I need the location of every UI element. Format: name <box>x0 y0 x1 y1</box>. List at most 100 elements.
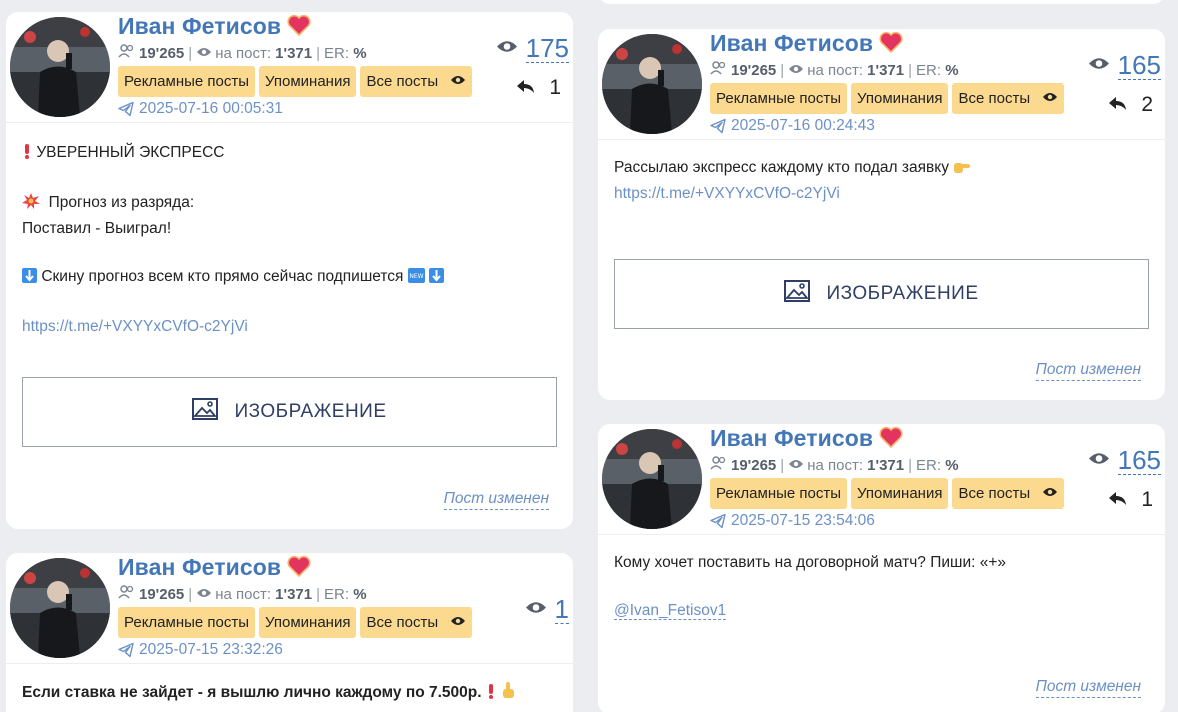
post-body: Кому хочет поставить на договорной матч?… <box>598 535 1165 623</box>
post-card: Иван Фетисов 19'265 | на пост: 1'371 | E… <box>6 12 573 529</box>
subscribers-count: 19'265 <box>731 456 777 474</box>
post-edited-link[interactable]: Пост изменен <box>1035 677 1141 698</box>
image-placeholder[interactable]: ИЗОБРАЖЕНИЕ <box>614 259 1149 329</box>
down-arrow-icon <box>429 267 445 291</box>
author-name[interactable]: Иван Фетисов <box>118 13 311 43</box>
post-date-text: 2025-07-16 00:24:43 <box>731 117 875 134</box>
per-post-label: на пост: <box>807 456 863 474</box>
telegram-icon <box>710 118 726 134</box>
post-header: Иван Фетисов 19'265 | на пост: 1'371 | E… <box>6 553 573 664</box>
er-label: ER: <box>916 456 942 474</box>
post-text-line: УВЕРЕННЫЙ ЭКСПРЕСС <box>36 144 225 161</box>
author-name[interactable]: Иван Фетисов <box>710 30 903 60</box>
mentions-button[interactable]: Упоминания <box>259 607 357 638</box>
post-date[interactable]: 2025-07-16 00:24:43 <box>710 117 875 135</box>
post-date[interactable]: 2025-07-15 23:54:06 <box>710 512 875 530</box>
post-views: 165 <box>1088 446 1161 475</box>
telegram-icon <box>710 513 726 529</box>
mentions-button[interactable]: Упоминания <box>851 478 949 509</box>
post-header: Иван Фетисов 19'265 | на пост: 1'371 | E… <box>598 29 1165 140</box>
views-count[interactable]: 1 <box>554 595 569 624</box>
filter-buttons: Рекламные посты Упоминания Все посты <box>710 83 1065 114</box>
post-edited-link[interactable]: Пост изменен <box>1035 360 1141 381</box>
views-count[interactable]: 175 <box>525 34 569 63</box>
subscribers-icon <box>710 61 728 79</box>
exclamation-icon <box>22 143 32 167</box>
post-views: 1 <box>525 595 569 624</box>
mention-link[interactable]: @Ivan_Fetisov1 <box>614 602 727 620</box>
eye-icon <box>450 73 466 90</box>
subscribers-count: 19'265 <box>139 585 185 603</box>
ads-posts-button[interactable]: Рекламные посты <box>710 478 848 509</box>
subscribers-icon <box>118 44 136 62</box>
post-header: Иван Фетисов 19'265 | на пост: 1'371 | E… <box>6 12 573 123</box>
eye-icon <box>1042 485 1058 502</box>
eye-icon <box>196 586 212 603</box>
post-date-text: 2025-07-15 23:32:26 <box>139 641 283 658</box>
image-icon <box>192 398 234 426</box>
channel-stats: 19'265 | на пост: 1'371 | ER: % <box>710 456 959 474</box>
post-link[interactable]: https://t.me/+VXYYxCVfO-c2YjVi <box>22 318 248 335</box>
avatar[interactable] <box>10 17 110 117</box>
per-post-label: на пост: <box>807 61 863 79</box>
avatar[interactable] <box>602 429 702 529</box>
post-views: 165 <box>1088 51 1161 80</box>
ads-posts-button[interactable]: Рекламные посты <box>118 66 256 97</box>
all-posts-button[interactable]: Все посты <box>360 66 473 97</box>
channel-stats: 19'265 | на пост: 1'371 | ER: % <box>710 61 959 79</box>
author-name-text[interactable]: Иван Фетисов <box>710 425 873 451</box>
author-name-text[interactable]: Иван Фетисов <box>710 30 873 56</box>
er-value: % <box>945 61 959 79</box>
all-posts-label: Все посты <box>366 73 439 90</box>
ads-posts-button[interactable]: Рекламные посты <box>118 607 256 638</box>
eye-icon <box>496 39 518 59</box>
author-name[interactable]: Иван Фетисов <box>118 554 311 584</box>
eye-icon <box>788 62 804 79</box>
views-count[interactable]: 165 <box>1117 51 1161 80</box>
post-date-text: 2025-07-15 23:54:06 <box>731 512 875 529</box>
heart-icon <box>287 13 311 43</box>
all-posts-button[interactable]: Все посты <box>952 83 1065 114</box>
views-count[interactable]: 165 <box>1117 446 1161 475</box>
svg-text:NEW: NEW <box>409 273 423 280</box>
post-card: Иван Фетисов 19'265 | на пост: 1'371 | E… <box>598 29 1165 400</box>
per-post-label: на пост: <box>215 585 271 603</box>
post-date[interactable]: 2025-07-16 00:05:31 <box>118 100 283 118</box>
heart-icon <box>287 554 311 584</box>
image-label: ИЗОБРАЖЕНИЕ <box>826 283 979 304</box>
all-posts-button[interactable]: Все посты <box>952 478 1065 509</box>
post-link[interactable]: https://t.me/+VXYYxCVfO-c2YjVi <box>614 185 840 202</box>
post-edited-link[interactable]: Пост изменен <box>443 489 549 510</box>
avatar[interactable] <box>10 558 110 658</box>
post-date[interactable]: 2025-07-15 23:32:26 <box>118 641 283 659</box>
heart-icon <box>879 30 903 60</box>
all-posts-button[interactable]: Все посты <box>360 607 473 638</box>
mentions-button[interactable]: Упоминания <box>259 66 357 97</box>
mentions-button[interactable]: Упоминания <box>851 83 949 114</box>
per-post-label: на пост: <box>215 44 271 62</box>
er-label: ER: <box>324 585 350 603</box>
post-header: Иван Фетисов 19'265 | на пост: 1'371 | E… <box>598 424 1165 535</box>
subscribers-icon <box>118 585 136 603</box>
all-posts-label: Все посты <box>958 90 1031 107</box>
channel-stats: 19'265 | на пост: 1'371 | ER: % <box>118 585 367 603</box>
author-name-text[interactable]: Иван Фетисов <box>118 554 281 580</box>
post-body: Если ставка не зайдет - я вышлю лично ка… <box>6 664 573 707</box>
post-text-line: Прогноз из разряда: <box>48 194 195 211</box>
author-name-text[interactable]: Иван Фетисов <box>118 13 281 39</box>
image-placeholder[interactable]: ИЗОБРАЖЕНИЕ <box>22 377 557 447</box>
ads-posts-button[interactable]: Рекламные посты <box>710 83 848 114</box>
eye-icon <box>1088 56 1110 76</box>
author-name[interactable]: Иван Фетисов <box>710 425 903 455</box>
post-text-line: Рассылаю экспресс каждому кто подал заяв… <box>614 159 949 176</box>
shares-count: 2 <box>1141 93 1153 116</box>
post-card-partial <box>598 0 1165 4</box>
avatar[interactable] <box>602 34 702 134</box>
er-label: ER: <box>324 44 350 62</box>
telegram-icon <box>118 642 134 658</box>
down-arrow-icon <box>22 267 37 291</box>
eye-icon <box>525 600 547 620</box>
post-card: Иван Фетисов 19'265 | на пост: 1'371 | E… <box>598 424 1165 712</box>
post-shares: 1 <box>1109 488 1153 512</box>
exclamation-icon <box>486 683 496 707</box>
